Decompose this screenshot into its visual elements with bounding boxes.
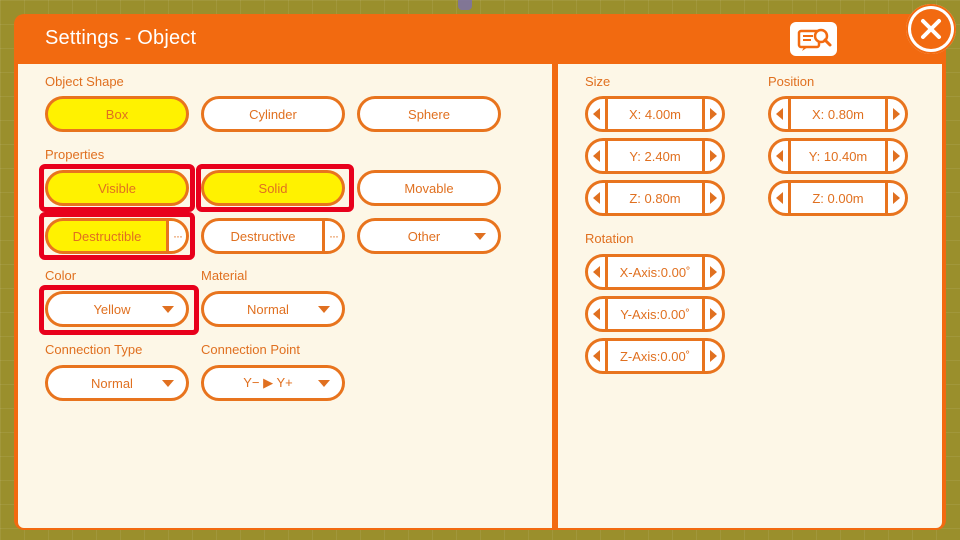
properties-label: Properties [45,147,105,162]
increment-button[interactable] [702,341,722,371]
shape-cylinder-button[interactable]: Cylinder [201,96,345,132]
arrow-left-icon [593,308,600,320]
settings-dialog: Settings - Object [14,14,946,530]
material-dropdown[interactable]: Normal [201,291,345,327]
rotation-x-stepper[interactable]: X-Axis:0.00˚ [585,254,725,290]
help-button[interactable] [790,22,837,56]
arrow-right-icon [710,192,717,204]
close-icon [921,19,941,39]
decrement-button[interactable] [588,299,608,329]
increment-button[interactable] [702,141,722,171]
increment-button[interactable] [702,99,722,129]
close-button[interactable] [906,4,956,54]
rotation-y-stepper[interactable]: Y-Axis:0.00˚ [585,296,725,332]
arrow-right-icon [893,192,900,204]
position-z-stepper[interactable]: Z: 0.00m [768,180,908,216]
increment-button[interactable] [702,257,722,287]
arrow-left-icon [593,192,600,204]
decrement-button[interactable] [771,99,791,129]
chevron-down-icon [162,379,174,387]
arrow-right-icon [710,350,717,362]
arrow-left-icon [593,150,600,162]
size-label: Size [585,74,611,89]
dialog-title: Settings - Object [45,27,197,49]
destructive-more-button[interactable]: ··· [322,221,342,251]
arrow-left-icon [776,108,783,120]
decrement-button[interactable] [771,141,791,171]
decrement-button[interactable] [771,183,791,213]
size-y-stepper[interactable]: Y: 2.40m [585,138,725,174]
background-character-icon [458,0,472,10]
connection-type-dropdown[interactable]: Normal [45,365,189,401]
decrement-button[interactable] [588,341,608,371]
shape-sphere-button[interactable]: Sphere [357,96,501,132]
movable-toggle[interactable]: Movable [357,170,501,206]
arrow-right-icon [710,150,717,162]
connection-point-label: Connection Point [201,342,301,357]
highlight-solid [196,164,354,212]
chevron-down-icon [318,379,330,387]
shape-box-button[interactable]: Box [45,96,189,132]
arrow-right-icon [893,150,900,162]
highlight-visible [39,164,195,212]
decrement-button[interactable] [588,257,608,287]
chevron-down-icon [318,305,330,313]
arrow-left-icon [593,350,600,362]
object-shape-label: Object Shape [45,74,124,89]
position-label: Position [768,74,815,89]
increment-button[interactable] [885,99,905,129]
chevron-down-icon [474,232,486,240]
material-label: Material [201,268,248,283]
connection-point-dropdown[interactable]: Y− ▶ Y+ [201,365,345,401]
rotation-z-stepper[interactable]: Z-Axis:0.00˚ [585,338,725,374]
increment-button[interactable] [885,183,905,213]
destructive-toggle[interactable]: Destructive ··· [201,218,345,254]
arrow-left-icon [776,192,783,204]
increment-button[interactable] [702,299,722,329]
increment-button[interactable] [702,183,722,213]
rotation-label: Rotation [585,231,634,246]
arrow-left-icon [776,150,783,162]
position-x-stepper[interactable]: X: 0.80m [768,96,908,132]
decrement-button[interactable] [588,141,608,171]
decrement-button[interactable] [588,99,608,129]
size-x-stepper[interactable]: X: 4.00m [585,96,725,132]
arrow-left-icon [593,108,600,120]
arrow-left-icon [593,266,600,278]
highlight-color [39,285,199,335]
arrow-right-icon [893,108,900,120]
document-search-icon [797,28,831,51]
increment-button[interactable] [885,141,905,171]
arrow-right-icon [710,308,717,320]
decrement-button[interactable] [588,183,608,213]
arrow-right-icon [710,266,717,278]
other-dropdown[interactable]: Other [357,218,501,254]
position-y-stepper[interactable]: Y: 10.40m [768,138,908,174]
highlight-destructible [39,212,195,260]
color-label: Color [45,268,77,283]
size-z-stepper[interactable]: Z: 0.80m [585,180,725,216]
connection-type-label: Connection Type [45,342,143,357]
arrow-right-icon [710,108,717,120]
